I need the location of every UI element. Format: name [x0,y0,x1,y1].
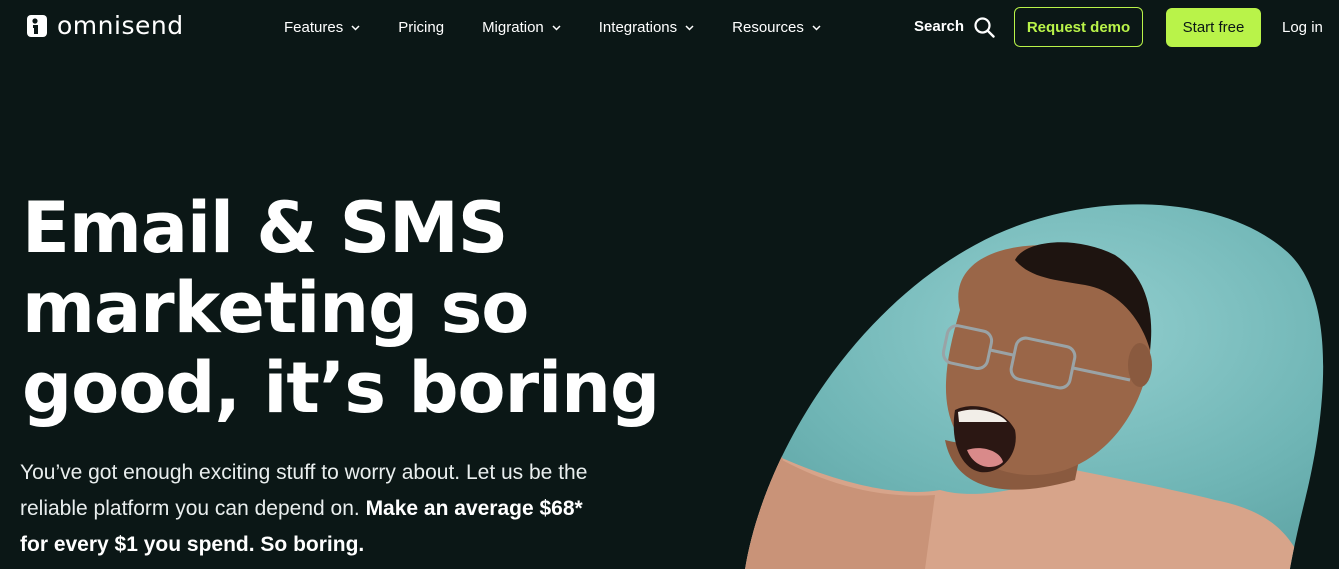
nav-item-pricing[interactable]: Pricing [398,18,444,38]
brand-logo[interactable]: omnisend [27,13,184,39]
request-demo-button[interactable]: Request demo [1014,7,1143,47]
hero-photo [745,204,1324,569]
nav-item-resources[interactable]: Resources [732,18,821,38]
chevron-down-icon [685,25,694,31]
chevron-down-icon [552,25,561,31]
hero-title: Email & SMS marketing so good, it’s bori… [22,188,722,428]
search-label: Search [914,18,965,35]
nav-item-integrations[interactable]: Integrations [599,18,694,38]
start-free-button[interactable]: Start free [1166,8,1261,47]
chevron-down-icon [812,25,821,31]
login-link[interactable]: Log in [1282,18,1323,38]
nav-item-label: Migration [482,19,544,36]
site-header: omnisend Features Pricing Migration Inte… [0,0,1339,56]
brand-name: omnisend [57,11,184,40]
hero-title-line: marketing so [22,267,529,349]
nav-item-label: Resources [732,19,804,36]
hero-title-line: Email & SMS [22,187,508,269]
nav-item-label: Features [284,19,344,36]
search-button[interactable]: Search [914,16,995,38]
nav-item-features[interactable]: Features [284,18,360,38]
hero-subtitle: You’ve got enough exciting stuff to worr… [20,455,610,563]
main-nav: Features Pricing Migration Integrations … [284,18,859,38]
nav-item-migration[interactable]: Migration [482,18,561,38]
chevron-down-icon [351,25,360,31]
omnisend-logo-icon [27,15,47,37]
nav-item-label: Pricing [398,19,445,36]
search-icon [974,16,995,38]
nav-item-label: Integrations [598,19,678,36]
hero-title-line: good, it’s boring [22,347,660,429]
